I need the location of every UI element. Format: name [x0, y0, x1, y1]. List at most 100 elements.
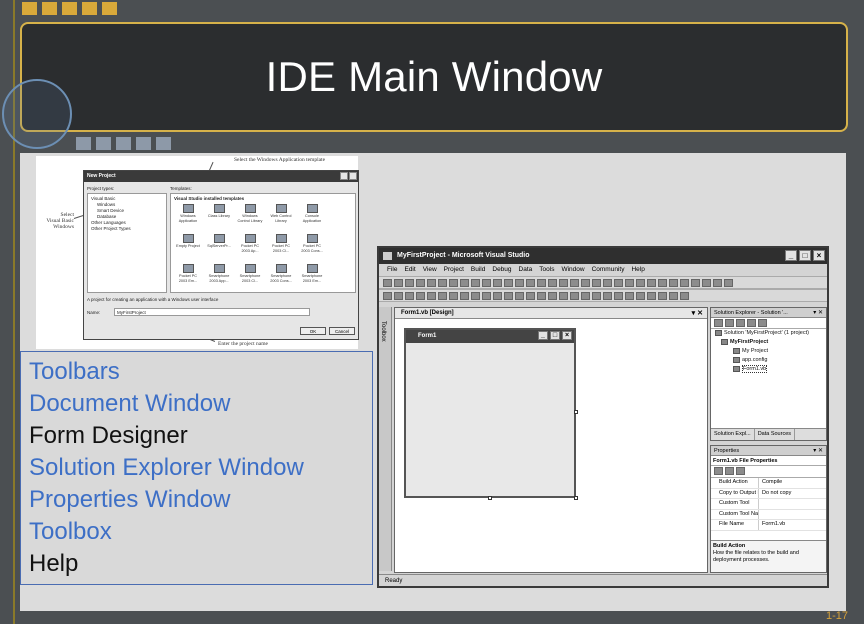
- toolbar-button-icon[interactable]: [427, 292, 436, 300]
- tab-data-sources[interactable]: Data Sources: [755, 429, 796, 440]
- toolbar-button-icon[interactable]: [548, 279, 557, 287]
- maximize-icon[interactable]: □: [799, 250, 811, 261]
- toolbar-button-icon[interactable]: [504, 279, 513, 287]
- toolbar-button-icon[interactable]: [691, 279, 700, 287]
- template-item[interactable]: Pocket PC 2003 Em...: [175, 264, 201, 288]
- resize-handle[interactable]: [574, 496, 578, 500]
- menu-build[interactable]: Build: [471, 264, 485, 276]
- menu-community[interactable]: Community: [592, 264, 625, 276]
- tree-item[interactable]: Windows: [97, 202, 115, 207]
- toolbar-button-icon[interactable]: [471, 292, 480, 300]
- toolbar-button-icon[interactable]: [405, 292, 414, 300]
- toolbar-button-icon[interactable]: [449, 292, 458, 300]
- menu-edit[interactable]: Edit: [404, 264, 415, 276]
- toolbar-button-icon[interactable]: [647, 292, 656, 300]
- minimize-icon[interactable]: _: [785, 250, 797, 261]
- menu-project[interactable]: Project: [444, 264, 464, 276]
- property-row[interactable]: Build Action Compile: [711, 478, 826, 489]
- toolbar-button-icon[interactable]: [515, 279, 524, 287]
- tree-item[interactable]: Other Project Types: [91, 226, 131, 231]
- toolbar-button-icon[interactable]: [581, 292, 590, 300]
- toolbar-button-icon[interactable]: [592, 292, 601, 300]
- toolbar-button-icon[interactable]: [537, 279, 546, 287]
- tree-item[interactable]: Other Languages: [91, 220, 126, 225]
- toolbar-button-icon[interactable]: [669, 292, 678, 300]
- toolbar-button-icon[interactable]: [570, 292, 579, 300]
- cancel-button[interactable]: Cancel: [329, 327, 355, 335]
- ok-button[interactable]: OK: [300, 327, 326, 335]
- template-item[interactable]: Empty Project: [175, 234, 201, 258]
- toolbar-button-icon[interactable]: [680, 292, 689, 300]
- refresh-icon[interactable]: [736, 319, 745, 327]
- resize-handle[interactable]: [574, 410, 578, 414]
- menu-view[interactable]: View: [423, 264, 437, 276]
- template-item[interactable]: Web Control Library: [268, 204, 294, 228]
- template-item[interactable]: Console Application: [299, 204, 325, 228]
- toolbar-button-icon[interactable]: [559, 292, 568, 300]
- template-item[interactable]: SqlServerPr...: [206, 234, 232, 258]
- toolbar-button-icon[interactable]: [493, 279, 502, 287]
- template-item[interactable]: Pocket PC 2003 Cons...: [299, 234, 325, 258]
- menu-debug[interactable]: Debug: [492, 264, 511, 276]
- toolbar-button-icon[interactable]: [438, 292, 447, 300]
- project-types-tree[interactable]: Visual Basic Windows Smart Device Databa…: [87, 193, 167, 293]
- property-pages-icon[interactable]: [736, 467, 745, 475]
- menu-help[interactable]: Help: [631, 264, 644, 276]
- close-icon[interactable]: ×: [813, 250, 825, 261]
- toolbar-button-icon[interactable]: [383, 279, 392, 287]
- toolbar-button-icon[interactable]: [449, 279, 458, 287]
- toolbar-button-icon[interactable]: [581, 279, 590, 287]
- show-all-files-icon[interactable]: [725, 319, 734, 327]
- toolbar-button-icon[interactable]: [713, 279, 722, 287]
- menu-file[interactable]: File: [387, 264, 397, 276]
- object-selector[interactable]: Form1.vb File Properties: [711, 456, 826, 466]
- toolbar-button-icon[interactable]: [614, 279, 623, 287]
- toolbar-button-icon[interactable]: [658, 279, 667, 287]
- tab-controls[interactable]: ▾ ✕: [692, 308, 703, 319]
- menu-data[interactable]: Data: [519, 264, 533, 276]
- toolbar-button-icon[interactable]: [416, 279, 425, 287]
- toolbar-button-icon[interactable]: [427, 279, 436, 287]
- template-item[interactable]: Windows Application: [175, 204, 201, 228]
- close-icon[interactable]: [349, 172, 357, 180]
- menu-tools[interactable]: Tools: [539, 264, 554, 276]
- toolbar-button-icon[interactable]: [592, 279, 601, 287]
- tree-item[interactable]: Visual Basic: [91, 196, 115, 201]
- property-row[interactable]: File Name Form1.vb: [711, 520, 826, 531]
- toolbar-button-icon[interactable]: [416, 292, 425, 300]
- toolbar-button-icon[interactable]: [614, 292, 623, 300]
- toolbar-button-icon[interactable]: [471, 279, 480, 287]
- toolbar-button-icon[interactable]: [515, 292, 524, 300]
- toolbar-button-icon[interactable]: [526, 292, 535, 300]
- toolbar-button-icon[interactable]: [559, 279, 568, 287]
- toolbox-tab[interactable]: Toolbox: [379, 307, 392, 571]
- tree-item-my-project[interactable]: My Project: [715, 347, 826, 356]
- project-name-input[interactable]: MyFirstProject: [114, 308, 310, 316]
- properties-icon[interactable]: [714, 319, 723, 327]
- help-icon[interactable]: [340, 172, 348, 180]
- toolbar-button-icon[interactable]: [405, 279, 414, 287]
- tree-item-app-config[interactable]: app.config: [715, 356, 826, 365]
- resize-handle[interactable]: [488, 496, 492, 500]
- toolbar-button-icon[interactable]: [680, 279, 689, 287]
- form-designer[interactable]: Form1 _ □ ×: [404, 328, 576, 498]
- toolbar-button-icon[interactable]: [482, 279, 491, 287]
- tree-item[interactable]: Smart Device: [97, 208, 124, 213]
- toolbar-button-icon[interactable]: [636, 279, 645, 287]
- menu-window[interactable]: Window: [561, 264, 584, 276]
- toolbar-button-icon[interactable]: [394, 279, 403, 287]
- pin-close-icons[interactable]: ▾ ✕: [813, 446, 823, 456]
- toolbar-button-icon[interactable]: [394, 292, 403, 300]
- template-item[interactable]: Smartphone 2003 Cons...: [268, 264, 294, 288]
- templates-pane[interactable]: Visual Studio installed templates Window…: [170, 193, 356, 293]
- toolbar-button-icon[interactable]: [724, 279, 733, 287]
- tree-item-form1[interactable]: Form1.vb: [715, 365, 826, 374]
- toolbar-button-icon[interactable]: [482, 292, 491, 300]
- toolbar-button-icon[interactable]: [658, 292, 667, 300]
- toolbar-button-icon[interactable]: [460, 279, 469, 287]
- tab-solution-explorer[interactable]: Solution Expl...: [711, 429, 755, 440]
- pin-close-icons[interactable]: ▾ ✕: [813, 308, 823, 318]
- template-item[interactable]: Smartphone 2003 Cl...: [237, 264, 263, 288]
- toolbar-button-icon[interactable]: [460, 292, 469, 300]
- categorized-icon[interactable]: [714, 467, 723, 475]
